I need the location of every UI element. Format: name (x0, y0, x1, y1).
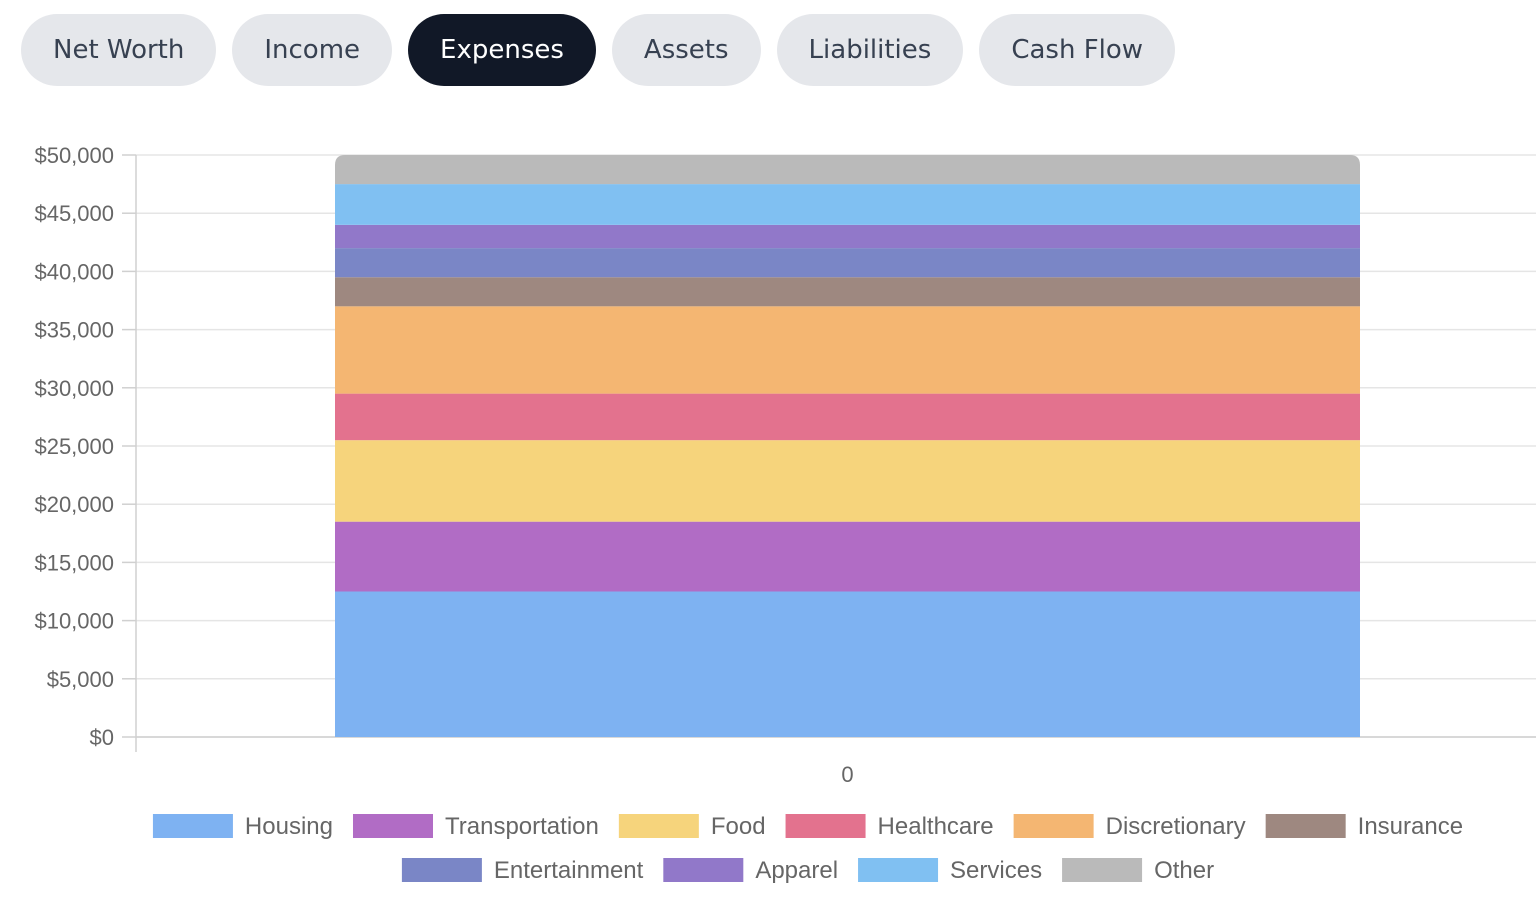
bar-segment-food (335, 440, 1360, 522)
y-tick-label: $15,000 (34, 550, 114, 575)
expenses-stacked-bar-chart: $0 $5,000 $10,000 $15,000 $20,000 $25,000 $30,… (34, 143, 1536, 884)
y-tick-label: $5,000 (47, 667, 114, 692)
legend-swatch-other (1062, 858, 1143, 882)
legend-label-healthcare: Healthcare (878, 813, 994, 840)
legend-swatch-entertainment (401, 858, 482, 882)
legend-swatch-transportation (352, 814, 433, 838)
legend-swatch-insurance (1265, 814, 1346, 838)
legend-swatch-discretionary (1013, 814, 1094, 838)
y-tick-label: $50,000 (34, 143, 114, 168)
legend-swatch-services (858, 858, 939, 882)
legend-label-services: Services (950, 857, 1042, 884)
legend-label-food: Food (711, 813, 766, 840)
y-tick-label: $0 (90, 725, 114, 750)
y-tick-label: $45,000 (34, 201, 114, 226)
legend-label-discretionary: Discretionary (1106, 813, 1246, 840)
bar-segment-services (335, 184, 1360, 225)
bar-segment-housing (335, 591, 1360, 737)
legend-label-other: Other (1154, 857, 1214, 884)
legend-label-insurance: Insurance (1358, 813, 1463, 840)
bar-segment-apparel (335, 224, 1360, 249)
bar-segment-healthcare (335, 393, 1360, 441)
y-tick-label: $40,000 (34, 259, 114, 284)
y-tick-label: $30,000 (34, 376, 114, 401)
bar-segment-transportation (335, 521, 1360, 592)
legend-label-housing: Housing (245, 813, 333, 840)
legend-swatch-housing (152, 814, 233, 838)
y-tick-label: $20,000 (34, 492, 114, 517)
bar-segment-insurance (335, 277, 1360, 307)
y-tick-label: $10,000 (34, 609, 114, 634)
legend-swatch-food (618, 814, 699, 838)
bar-segment-discretionary (335, 306, 1360, 394)
legend-label-entertainment: Entertainment (494, 857, 644, 884)
y-tick-label: $25,000 (34, 434, 114, 459)
bar-segment-other (335, 155, 1360, 185)
legend-label-apparel: Apparel (755, 857, 838, 884)
y-tick-label: $35,000 (34, 318, 114, 343)
bar-segment-entertainment (335, 248, 1360, 278)
legend-swatch-healthcare (785, 814, 866, 838)
x-tick-label: 0 (841, 762, 853, 787)
legend-label-transportation: Transportation (445, 813, 599, 840)
legend-swatch-apparel (663, 858, 744, 882)
